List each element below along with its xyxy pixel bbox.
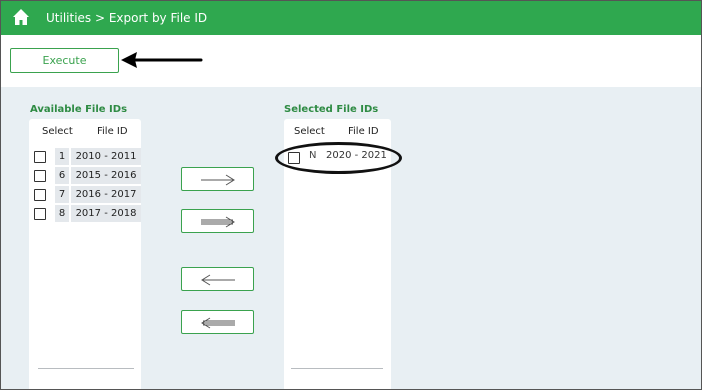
select-checkbox[interactable]	[34, 170, 46, 182]
row-number: 6	[55, 167, 69, 184]
double-arrow-left-icon	[201, 317, 235, 329]
move-left-button[interactable]	[181, 267, 254, 291]
app-frame: Utilities > Export by File ID Execute Av…	[0, 0, 702, 390]
selected-col-select: Select	[294, 126, 325, 137]
execute-button[interactable]: Execute	[10, 48, 119, 73]
breadcrumb: Utilities > Export by File ID	[46, 11, 208, 25]
file-id-cell: 2010 - 2011	[71, 148, 141, 165]
home-icon[interactable]	[12, 8, 30, 26]
move-all-right-button[interactable]	[181, 209, 254, 233]
double-arrow-right-icon	[201, 216, 235, 228]
row-number: 8	[55, 205, 69, 222]
list-divider	[291, 368, 383, 369]
row-number: 7	[55, 186, 69, 203]
available-title: Available File IDs	[30, 104, 128, 115]
move-all-left-button[interactable]	[181, 310, 254, 334]
pointer-arrow-icon	[119, 47, 203, 77]
available-col-file-id: File ID	[97, 126, 128, 137]
list-item: 6 2015 - 2016	[29, 167, 141, 185]
arrow-right-icon	[201, 174, 235, 186]
available-col-select: Select	[42, 126, 73, 137]
list-item: 7 2016 - 2017	[29, 186, 141, 204]
selected-title: Selected File IDs	[284, 104, 379, 115]
list-item: 1 2010 - 2011	[29, 148, 141, 166]
file-id-cell: 2015 - 2016	[71, 167, 141, 184]
highlight-annotation	[275, 142, 402, 174]
select-checkbox[interactable]	[34, 151, 46, 163]
file-id-cell: 2017 - 2018	[71, 205, 141, 222]
arrow-left-icon	[201, 274, 235, 286]
toolbar: Execute	[1, 35, 701, 87]
file-id-cell: 2016 - 2017	[71, 186, 141, 203]
select-checkbox[interactable]	[34, 189, 46, 201]
selected-col-file-id: File ID	[348, 126, 379, 137]
list-item: 8 2017 - 2018	[29, 205, 141, 223]
row-number: 1	[55, 148, 69, 165]
list-divider	[38, 368, 134, 369]
header-bar: Utilities > Export by File ID	[1, 1, 701, 35]
select-checkbox[interactable]	[34, 208, 46, 220]
available-list: Select File ID 1 2010 - 2011 6 2015 - 20…	[29, 119, 141, 389]
move-right-button[interactable]	[181, 167, 254, 191]
